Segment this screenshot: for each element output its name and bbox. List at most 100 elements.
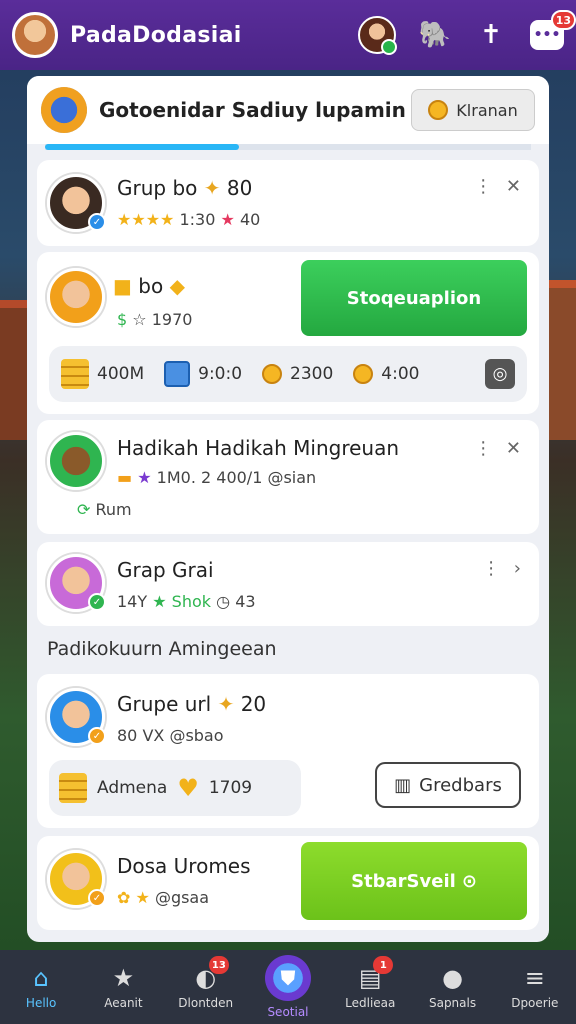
star-outline-icon: ☆ bbox=[132, 310, 147, 329]
progress-fill bbox=[45, 144, 240, 150]
nav-badge: 1 bbox=[373, 956, 394, 974]
avatar: ✓ bbox=[47, 174, 106, 232]
secondary-action-label: Gredbars bbox=[419, 774, 502, 796]
star-icon: ★ bbox=[112, 964, 135, 992]
friend-avatar[interactable] bbox=[358, 16, 397, 55]
card-sub: ★★★★ 1:30 ★ 40 bbox=[117, 210, 260, 229]
card-sub-value: 14Y bbox=[117, 592, 148, 611]
stat-crate: 9:0:0 bbox=[164, 361, 242, 387]
rating-stars-icon: ★★★★ bbox=[117, 210, 175, 229]
gem-value: 40 bbox=[239, 210, 261, 229]
nav-moon[interactable]: ◐ 13 Dlontden bbox=[165, 950, 247, 1024]
nav-menu[interactable]: ≡ Dpoerie bbox=[494, 950, 576, 1024]
card-menu-arrow[interactable]: ⋮ › bbox=[482, 558, 525, 579]
add-icon[interactable]: ✝ bbox=[474, 20, 508, 50]
item-name: Admena bbox=[97, 778, 168, 798]
chat-badge: 13 bbox=[550, 10, 576, 30]
card-name: Grap Grai bbox=[117, 558, 214, 582]
menu-icon: ≡ bbox=[524, 964, 545, 992]
verified-icon: ✓ bbox=[88, 727, 106, 745]
nav-home[interactable]: ⌂ Hello bbox=[0, 950, 82, 1024]
avatar bbox=[47, 268, 105, 326]
green-star-icon: ★ bbox=[152, 592, 167, 611]
play-icon: ⊙ bbox=[461, 870, 477, 892]
guild-emblem-icon bbox=[41, 87, 87, 133]
card-menu-close[interactable]: ⋮ ✕ bbox=[474, 438, 525, 459]
nav-label: Ledlieaa bbox=[345, 996, 396, 1010]
card-sub: ▬ ★ 1M0. 2 400/1 @sian bbox=[117, 468, 316, 487]
purple-star-icon: ★ bbox=[137, 468, 152, 487]
verified-icon: ✓ bbox=[88, 213, 106, 231]
header-action-button[interactable]: Klranan bbox=[411, 89, 535, 131]
primary-action-label: Stoqeuaplion bbox=[346, 287, 482, 309]
badge-icon: ■ bbox=[113, 274, 132, 298]
home-icon: ⌂ bbox=[33, 964, 49, 992]
verified-icon: ✓ bbox=[88, 593, 106, 611]
gem-icon: ★ bbox=[220, 210, 235, 229]
nav-star[interactable]: ★ Aeanit bbox=[82, 950, 164, 1024]
heart-icon: ♥ bbox=[177, 774, 199, 802]
card-sub: $ ☆ 1970 bbox=[117, 310, 192, 329]
nav-profile[interactable]: ● Sapnals bbox=[411, 950, 493, 1024]
rating-value: 1:30 bbox=[179, 210, 216, 229]
coin-stack-icon bbox=[262, 364, 283, 384]
primary-action-button[interactable]: StbarSveil ⊙ bbox=[301, 842, 527, 920]
nav-badge: 13 bbox=[208, 956, 229, 974]
building-icon: ▥ bbox=[394, 774, 412, 796]
crate-icon bbox=[164, 361, 191, 387]
friend-card-6[interactable]: ✓ Dosa Uromes ✿ ★ @gsaa StbarSveil ⊙ bbox=[37, 836, 539, 930]
nav-label: Hello bbox=[25, 996, 57, 1010]
card-tag: ⟳ Rum bbox=[77, 500, 132, 519]
card-name: Grupe url ✦ 20 bbox=[117, 692, 266, 716]
friend-card-4[interactable]: ✓ Grap Grai 14Y ★ Shok ◷ 43 ⋮ › bbox=[37, 542, 539, 626]
stats-row: 400M 9:0:0 2300 4:00 ◎ bbox=[49, 346, 527, 402]
shield-icon: ⛊ bbox=[264, 955, 311, 1001]
card-sub-value-3: 43 bbox=[235, 592, 256, 611]
stat-value: 4:00 bbox=[381, 364, 420, 384]
clock-icon: ◷ bbox=[216, 592, 231, 611]
friend-card-3[interactable]: Hadikah Hadikah Mingreuan ▬ ★ 1M0. 2 400… bbox=[37, 420, 539, 534]
stat-value: 2300 bbox=[290, 364, 334, 384]
card-sub-value: 1970 bbox=[151, 310, 193, 329]
friend-card-2[interactable]: ■ bo ◆ $ ☆ 1970 Stoqeuaplion 400M 9:0:0 … bbox=[37, 252, 539, 414]
primary-action-button[interactable]: Stoqeuaplion bbox=[301, 260, 527, 336]
nav-label: Sapnals bbox=[428, 996, 477, 1010]
nav-social[interactable]: ⛊ Seotial bbox=[247, 950, 329, 1024]
nav-cards[interactable]: ▤ 1 Ledlieaa bbox=[329, 950, 411, 1024]
card-name-text: Grup bo bbox=[117, 176, 198, 200]
avatar: ✓ bbox=[47, 554, 106, 612]
friend-card-1[interactable]: ✓ Grup bo ✦ 80 ★★★★ 1:30 ★ 40 ⋮ ✕ bbox=[37, 160, 539, 246]
item-row: Admena ♥ 1709 bbox=[49, 760, 301, 816]
bottom-nav: ⌂ Hello ★ Aeanit ◐ 13 Dlontden ⛊ Seotial… bbox=[0, 950, 576, 1024]
online-status-dot bbox=[381, 39, 397, 55]
coin-icon bbox=[428, 100, 449, 120]
card-sub: 14Y ★ Shok ◷ 43 bbox=[117, 592, 256, 611]
coin-stack-icon bbox=[353, 364, 374, 384]
stat-gold: 400M bbox=[61, 359, 144, 389]
card-sub-value: 1M0. 2 400/1 @sian bbox=[156, 468, 317, 487]
card-name-text: bo bbox=[138, 274, 164, 298]
section-label: Padikokuurn Amingeean bbox=[47, 638, 277, 660]
avatar: ✓ bbox=[47, 850, 106, 908]
nav-label: Dpoerie bbox=[511, 996, 559, 1010]
card-menu-close[interactable]: ⋮ ✕ bbox=[474, 176, 525, 197]
cheese-icon: ◆ bbox=[169, 274, 185, 298]
avatar: ✓ bbox=[47, 688, 106, 746]
user-icon: ● bbox=[442, 964, 464, 992]
nav-label: Seotial bbox=[267, 1005, 309, 1019]
card-name: Grup bo ✦ 80 bbox=[117, 176, 252, 200]
notification-icon[interactable]: 🐘 bbox=[418, 20, 452, 50]
camera-icon[interactable]: ◎ bbox=[485, 359, 515, 389]
secondary-action-button[interactable]: ▥ Gredbars bbox=[375, 762, 521, 808]
panel-header: Gotoenidar Sadiuy lupamin Klranan bbox=[27, 76, 549, 144]
card-name: Hadikah Hadikah Mingreuan bbox=[117, 436, 400, 460]
money-icon: $ bbox=[117, 310, 128, 329]
player-avatar[interactable] bbox=[12, 12, 58, 58]
stat-coins: 2300 bbox=[262, 364, 333, 384]
card-sub-value-2: Shok bbox=[171, 592, 212, 611]
top-bar: PadaDodasiai 🐘 ✝ ••• 13 bbox=[0, 0, 576, 70]
card-sub: ✿ ★ @gsaa bbox=[117, 888, 209, 907]
friend-card-5[interactable]: ✓ Grupe url ✦ 20 80 VX @sbao Admena ♥ 17… bbox=[37, 674, 539, 828]
stars-icon: ✿ ★ bbox=[117, 888, 150, 907]
chat-icon[interactable]: ••• 13 bbox=[530, 10, 576, 50]
